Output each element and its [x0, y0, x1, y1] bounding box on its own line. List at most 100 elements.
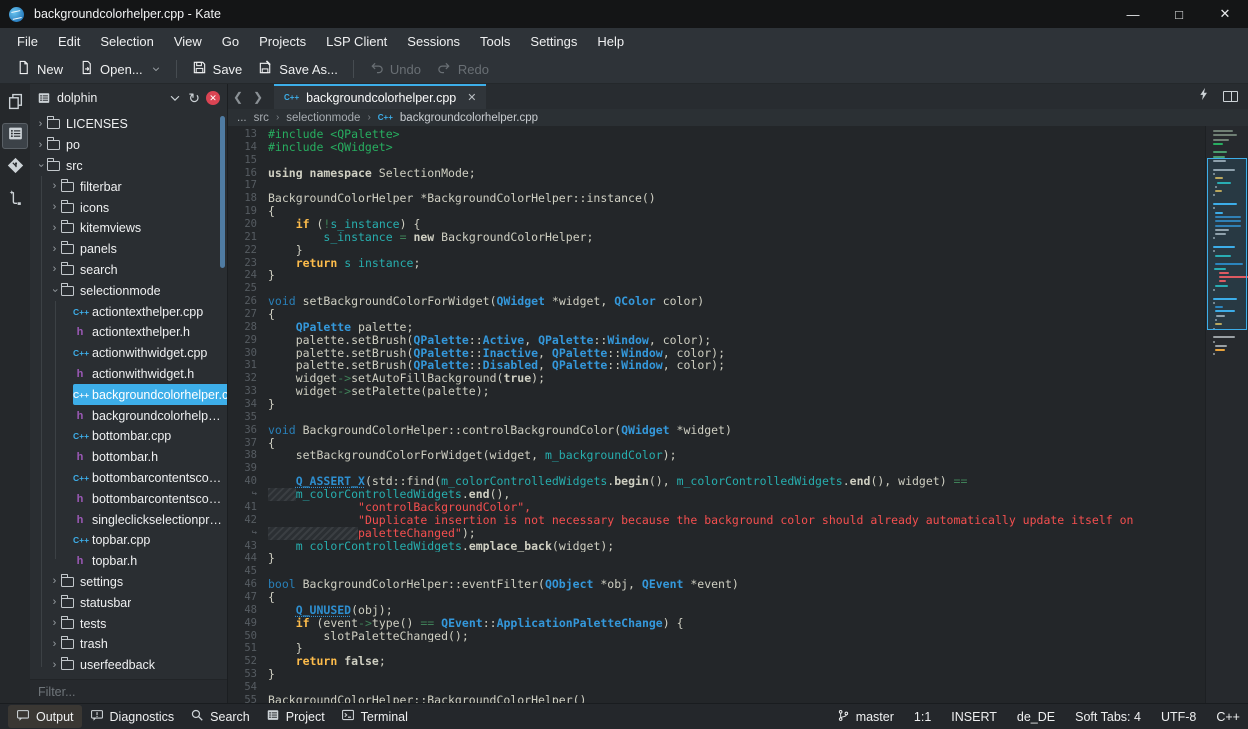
tree-file-actiontexthelper-cpp[interactable]: C++actiontexthelper.cpp — [30, 301, 227, 322]
tab-backgroundcolorhelper[interactable]: C++ backgroundcolorhelper.cpp ✕ — [274, 84, 486, 109]
tree-folder-panels[interactable]: ›panels — [30, 239, 227, 260]
code-line: 45 — [228, 565, 1205, 578]
statusbar-diagnostics-button[interactable]: Diagnostics — [82, 705, 183, 728]
tree-file-actiontexthelper-h[interactable]: hactiontexthelper.h — [30, 322, 227, 343]
tree-file-topbar-h[interactable]: htopbar.h — [30, 551, 227, 572]
menu-selection[interactable]: Selection — [90, 30, 163, 53]
minimap-viewport[interactable] — [1207, 158, 1247, 330]
project-name[interactable]: dolphin — [57, 91, 97, 105]
chevron-collapsed-icon[interactable]: › — [48, 223, 61, 234]
chevron-down-icon[interactable] — [151, 62, 161, 77]
tree-file-backgroundcolorhelper-h[interactable]: hbackgroundcolorhelper.h — [30, 405, 227, 426]
split-view-icon[interactable] — [1223, 91, 1238, 102]
maximize-button[interactable]: □ — [1156, 0, 1202, 28]
tab-close-icon[interactable]: ✕ — [467, 91, 476, 104]
tree-scrollbar[interactable] — [220, 116, 225, 268]
tree-file-bottombarcontentscont[interactable]: hbottombarcontentscont... — [30, 488, 227, 509]
chevron-collapsed-icon[interactable]: › — [48, 202, 61, 213]
sidebar-tool-documents[interactable] — [2, 91, 28, 117]
chevron-collapsed-icon[interactable]: › — [48, 244, 61, 255]
chevron-collapsed-icon[interactable]: › — [48, 264, 61, 275]
tree-folder-filterbar[interactable]: ›filterbar — [30, 176, 227, 197]
close-project-icon[interactable]: ✕ — [206, 91, 220, 105]
tree-folder-po[interactable]: ›po — [30, 135, 227, 156]
menu-projects[interactable]: Projects — [249, 30, 316, 53]
chevron-collapsed-icon[interactable]: › — [48, 597, 61, 608]
breadcrumb-segment[interactable]: selectionmode — [286, 112, 360, 124]
breadcrumb-file[interactable]: backgroundcolorhelper.cpp — [400, 112, 538, 124]
chevron-expanded-icon[interactable]: › — [35, 159, 46, 172]
close-button[interactable]: ✕ — [1202, 0, 1248, 28]
tree-folder-selectionmode[interactable]: ›selectionmode — [30, 280, 227, 301]
status-de-de[interactable]: de_DE — [1017, 710, 1055, 724]
tree-folder-tests[interactable]: ›tests — [30, 613, 227, 634]
tree-file-bottombar-h[interactable]: hbottombar.h — [30, 447, 227, 468]
nav-back-icon[interactable]: ❮ — [228, 90, 248, 104]
menu-help[interactable]: Help — [587, 30, 634, 53]
tree-folder-trash[interactable]: ›trash — [30, 634, 227, 655]
menu-file[interactable]: File — [7, 30, 48, 53]
tree-folder-search[interactable]: ›search — [30, 260, 227, 281]
statusbar-project-button[interactable]: Project — [258, 705, 333, 728]
breadcrumb-segment[interactable]: src — [254, 112, 269, 124]
menu-edit[interactable]: Edit — [48, 30, 90, 53]
filter-input[interactable] — [30, 680, 227, 703]
status-utf-8[interactable]: UTF-8 — [1161, 710, 1196, 724]
chevron-collapsed-icon[interactable]: › — [34, 119, 47, 130]
sidebar-tool-git[interactable] — [2, 155, 28, 181]
tree-file-singleclickselectionproxy[interactable]: hsingleclickselectionproxy... — [30, 509, 227, 530]
menu-settings[interactable]: Settings — [520, 30, 587, 53]
chevron-down-icon[interactable] — [168, 91, 182, 105]
tree-folder-statusbar[interactable]: ›statusbar — [30, 592, 227, 613]
quick-open-bolt-icon[interactable] — [1197, 87, 1211, 106]
chevron-collapsed-icon[interactable]: › — [48, 660, 61, 671]
status-c++[interactable]: C++ — [1216, 710, 1240, 724]
menu-tools[interactable]: Tools — [470, 30, 520, 53]
tree-file-bottombar-cpp[interactable]: C++bottombar.cpp — [30, 426, 227, 447]
chevron-collapsed-icon[interactable]: › — [48, 618, 61, 629]
statusbar-terminal-button[interactable]: Terminal — [333, 705, 416, 728]
cpp-file-icon: C++ — [73, 535, 87, 545]
menu-go[interactable]: Go — [212, 30, 249, 53]
breadcrumb-overflow[interactable]: ... — [237, 112, 247, 124]
tree-folder-icons[interactable]: ›icons — [30, 197, 227, 218]
status-1-1[interactable]: 1:1 — [914, 710, 931, 724]
menu-view[interactable]: View — [164, 30, 212, 53]
status-master[interactable]: master — [837, 709, 894, 725]
tree-folder-src[interactable]: ›src — [30, 156, 227, 177]
chevron-collapsed-icon[interactable]: › — [34, 140, 47, 151]
status-soft-tabs-4[interactable]: Soft Tabs: 4 — [1075, 710, 1141, 724]
refresh-icon[interactable]: ↻ — [188, 90, 200, 107]
tree-folder-kitemviews[interactable]: ›kitemviews — [30, 218, 227, 239]
status-insert[interactable]: INSERT — [951, 710, 997, 724]
tree-file-topbar-cpp[interactable]: C++topbar.cpp — [30, 530, 227, 551]
save-button[interactable]: Save — [184, 56, 251, 82]
chevron-expanded-icon[interactable]: › — [49, 284, 60, 297]
statusbar-search-button[interactable]: Search — [182, 705, 258, 728]
tree-folder-userfeedback[interactable]: ›userfeedback — [30, 655, 227, 676]
minimize-button[interactable]: — — [1110, 0, 1156, 28]
code-view[interactable]: 13#include <QPalette>14#include <QWidget… — [228, 126, 1205, 703]
tree-file-actionwithwidget-h[interactable]: hactionwithwidget.h — [30, 364, 227, 385]
sidebar-tool-symbols[interactable] — [2, 187, 28, 213]
save-as-button[interactable]: Save As... — [250, 56, 346, 82]
menu-lsp-client[interactable]: LSP Client — [316, 30, 397, 53]
minimap-scrollbar[interactable] — [1205, 126, 1248, 703]
sidebar-tool-projects[interactable] — [2, 123, 28, 149]
chevron-collapsed-icon[interactable]: › — [48, 576, 61, 587]
tree-file-bottombarcontentscont[interactable]: C++bottombarcontentscont... — [30, 468, 227, 489]
tree-file-backgroundcolorhelper-c[interactable]: C++backgroundcolorhelper.c... — [30, 384, 227, 405]
menu-sessions[interactable]: Sessions — [397, 30, 470, 53]
code-text: QPalette palette; — [268, 321, 1205, 334]
tree-folder-settings[interactable]: ›settings — [30, 572, 227, 593]
chevron-collapsed-icon[interactable]: › — [48, 639, 61, 650]
new-button[interactable]: New — [8, 56, 71, 82]
line-number: 52 — [228, 655, 268, 668]
nav-forward-icon[interactable]: ❯ — [248, 90, 268, 104]
tree-folder-licenses[interactable]: ›LICENSES — [30, 114, 227, 135]
chevron-collapsed-icon[interactable]: › — [48, 181, 61, 192]
tree-file-actionwithwidget-cpp[interactable]: C++actionwithwidget.cpp — [30, 343, 227, 364]
statusbar-output-button[interactable]: Output — [8, 705, 82, 728]
open-button[interactable]: Open... — [71, 56, 169, 82]
selected-item-highlight[interactable]: C++backgroundcolorhelper.c... — [73, 384, 227, 405]
